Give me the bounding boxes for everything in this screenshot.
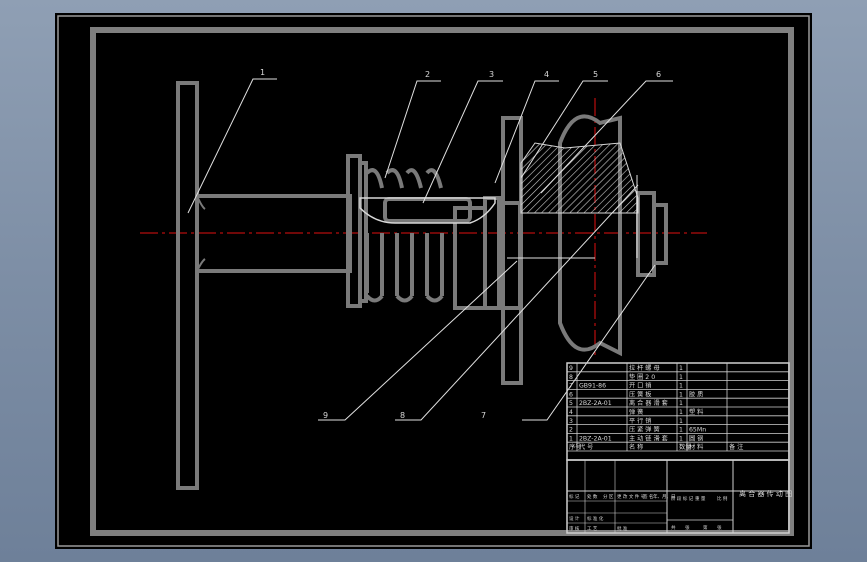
title-block-cell: 更 改 文 件 号	[617, 493, 646, 500]
title-block-cell: 签 名	[643, 493, 653, 500]
bom-cell-code: 2BZ-2A-01	[579, 400, 612, 407]
spring-top	[365, 168, 443, 189]
bom-cell-code: GB91-86	[579, 383, 606, 390]
bom-cell-no: 5	[569, 400, 573, 407]
bom-cell-qty: 1	[679, 409, 683, 416]
bom-cell-name: 压 紧 弹 簧	[629, 426, 660, 434]
bom-cell-qty: 1	[679, 391, 683, 398]
parts-list: 9拉 杆 螺 母 18 垫 圈 2 0 17 GB91-86 开 口 销 16 压 簧 板1胶…	[566, 362, 790, 461]
cad-drawing-sheet: 1 2 3 4 5 6 7 8 9 9 拉 杆 螺 母 1 8 垫 圈 2 0 1 7 GB9…	[55, 13, 812, 549]
title-block-cell: 比 例	[717, 495, 728, 502]
bom-cell-no: 9	[569, 365, 573, 372]
bom-cell-name: 压 簧 板	[629, 390, 652, 398]
bom-cell-qty: 1	[679, 418, 683, 425]
bom-cell-qty: 1	[679, 400, 683, 407]
balloon-6: 6	[656, 70, 661, 79]
bom-header-code: 代 号	[579, 443, 593, 451]
balloon-7: 7	[481, 411, 486, 420]
bom-cell-qty: 1	[679, 383, 683, 390]
bom-cell-material: 圆 钢	[689, 434, 703, 442]
bom-cell-name: 主 动 链 滑 套	[629, 434, 668, 442]
part-outlines	[176, 81, 668, 490]
bom-header-name: 名 称	[629, 443, 643, 451]
bom-cell-no: 8	[569, 374, 573, 381]
title-block-cell: 设 计	[569, 515, 580, 522]
bom-cell-material: 塑 料	[689, 408, 703, 416]
bom-cell-name: 垫 圈 2 0	[629, 373, 655, 381]
bom-cell-no: 6	[569, 391, 573, 398]
bom-cell-material: 胶 质	[689, 390, 703, 398]
title-block-cell: 张	[717, 524, 722, 531]
title-block-cell: 标 准 化	[587, 515, 604, 522]
title-block-cell: 重 量	[695, 495, 706, 502]
bom-cell-no: 2	[569, 427, 573, 434]
balloon-9: 9	[323, 411, 328, 420]
spring-bottom	[365, 233, 444, 296]
title-block-cell: 张	[685, 524, 690, 531]
assembly-drawing: 1 2 3 4 5 6 7 8 9 9 拉 杆 螺 母 1 8 垫 圈 2 0 1 7 GB9…	[57, 15, 810, 547]
bom-cell-name: 开 口 销	[629, 382, 652, 390]
end-nut	[636, 191, 656, 277]
bom-header-material: 材 料	[689, 443, 703, 451]
title-block-cell: 审 核	[569, 525, 580, 532]
balloon-2: 2	[425, 70, 430, 79]
bom-cell-name: 弹 簧	[629, 408, 643, 416]
bom-cell-code: 2BZ-2A-01	[579, 435, 612, 442]
handwheel-plate	[176, 81, 199, 490]
bom-cell-qty: 1	[679, 427, 683, 434]
bom-cell-material: 65Mn	[689, 427, 706, 434]
title-block-cell: 第	[703, 524, 708, 531]
outer-border	[57, 15, 810, 547]
balloon-5: 5	[593, 70, 598, 79]
title-block-cell: 分 区	[603, 493, 614, 500]
title-block: 离 合 器 传 动 图 标 记处 数分 区更 改 文 件 号签 名年、月、日设 …	[566, 459, 792, 534]
bom-cell-name: 离 合 器 滑 套	[629, 399, 668, 407]
bom-cell-no: 7	[569, 383, 573, 390]
title-block-cell: 工 艺	[587, 526, 598, 532]
bom-cell-name: 平 行 销	[629, 417, 652, 425]
title-block-cell: 标 记	[569, 493, 580, 500]
bom-cell-qty: 1	[679, 365, 683, 372]
leader-lines	[187, 78, 673, 421]
bom-cell-no: 1	[569, 435, 573, 442]
title-block-cell: 批 准	[617, 525, 628, 532]
balloon-4: 4	[544, 70, 549, 79]
bom-cell-no: 3	[569, 418, 573, 425]
balloon-3: 3	[489, 70, 494, 79]
title-block-cell: 阶 段 标 记	[671, 495, 694, 502]
bom-cell-no: 4	[569, 409, 573, 416]
bom-cell-name: 拉 杆 螺 母	[629, 364, 660, 372]
title-block-cell: 共	[671, 524, 676, 531]
bom-header-note: 备 注	[729, 443, 743, 451]
title-block-cell: 处 数	[587, 493, 598, 500]
bom-cell-qty: 1	[679, 435, 683, 442]
balloon-8: 8	[400, 411, 405, 420]
bom-cell-qty: 1	[679, 374, 683, 381]
balloon-1: 1	[260, 68, 265, 77]
drawing-title: 离 合 器 传 动 图	[739, 489, 792, 498]
hatched-section	[520, 142, 639, 214]
